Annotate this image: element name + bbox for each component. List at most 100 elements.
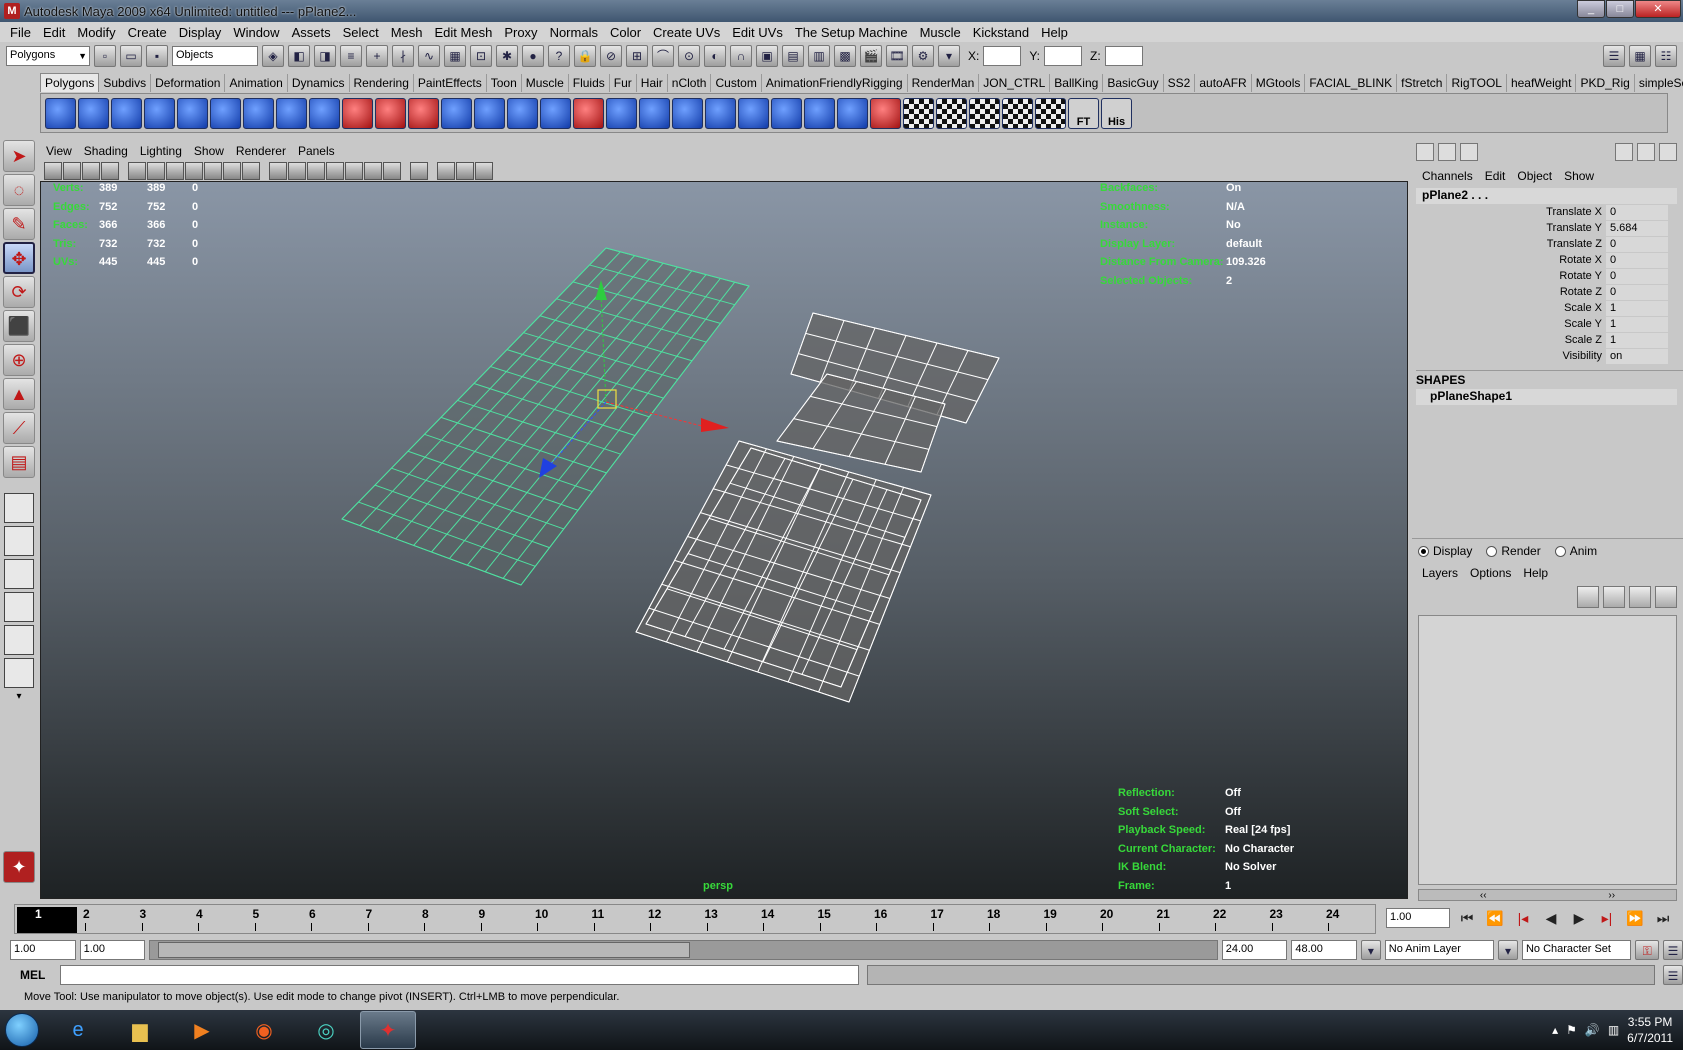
safe-action-icon[interactable] xyxy=(223,161,241,180)
close-button[interactable]: ✕ xyxy=(1635,0,1681,18)
poly-helix-icon[interactable] xyxy=(309,97,340,129)
menu-edit[interactable]: Edit xyxy=(37,25,71,40)
construction-history-icon[interactable]: ▥ xyxy=(808,45,830,67)
use-all-lights-icon[interactable] xyxy=(345,161,363,180)
select-surface-icon[interactable]: ▦ xyxy=(444,45,466,67)
select-object-icon[interactable]: ◧ xyxy=(288,45,310,67)
layers-menu[interactable]: Layers xyxy=(1416,566,1464,580)
playback-end-field[interactable]: 24.00 xyxy=(1221,940,1288,960)
safe-title-icon[interactable] xyxy=(242,161,260,180)
firefox-icon[interactable]: ◉ xyxy=(236,1011,292,1049)
universal-manipulator-icon[interactable]: ⊕ xyxy=(3,344,35,376)
channel-value[interactable]: 0 xyxy=(1606,236,1668,252)
menu-mesh[interactable]: Mesh xyxy=(385,25,429,40)
new-layer-icon[interactable] xyxy=(1629,586,1651,608)
insert-edge-loop-icon[interactable] xyxy=(705,97,736,129)
bridge-icon[interactable] xyxy=(606,97,637,129)
range-bar[interactable] xyxy=(149,940,1218,960)
combine-icon[interactable] xyxy=(342,97,373,129)
field-chart-icon[interactable] xyxy=(204,161,222,180)
current-frame-marker[interactable]: 1 xyxy=(17,907,77,933)
channel-row[interactable]: Rotate Z 0 xyxy=(1412,284,1683,300)
shelf-tab-dynamics[interactable]: Dynamics xyxy=(288,74,350,92)
offset-edge-loop-icon[interactable] xyxy=(738,97,769,129)
shelf-tab-rigtool[interactable]: RigTOOL xyxy=(1447,74,1507,92)
perspective-viewport[interactable]: Verts: 389 389 0 Edges: 752 752 0 Faces: 366 366 0 T… xyxy=(40,181,1408,899)
auto-key-icon[interactable]: ⚿ xyxy=(1635,940,1660,960)
sphere-shade-icon[interactable] xyxy=(1637,143,1655,161)
select-curve-icon[interactable]: ∿ xyxy=(418,45,440,67)
mesh-wireframe[interactable] xyxy=(635,312,1000,703)
extract-icon[interactable] xyxy=(408,97,439,129)
shelf-tab-subdivs[interactable]: Subdivs xyxy=(99,74,152,92)
camera-bookmark-icon[interactable] xyxy=(63,161,81,180)
shelf-tab-toon[interactable]: Toon xyxy=(487,74,522,92)
channels-menu[interactable]: Channels xyxy=(1416,169,1479,183)
single-pane-layout-icon[interactable] xyxy=(4,625,34,655)
panel-menu-lighting[interactable]: Lighting xyxy=(134,144,188,158)
step-forward-key-icon[interactable]: ▸| xyxy=(1596,908,1618,928)
layer-list[interactable] xyxy=(1418,615,1677,885)
persp-graph-layout-icon[interactable] xyxy=(4,592,34,622)
shelf-tab-hair[interactable]: Hair xyxy=(637,74,668,92)
shelf-tab-fluids[interactable]: Fluids xyxy=(569,74,610,92)
menu-help[interactable]: Help xyxy=(1035,25,1074,40)
poly-torus-icon[interactable] xyxy=(210,97,241,129)
snap-curve-icon[interactable]: ⌒ xyxy=(652,45,674,67)
menu-display[interactable]: Display xyxy=(173,25,228,40)
channel-row[interactable]: Translate X 0 xyxy=(1412,204,1683,220)
boolean-difference-icon[interactable] xyxy=(507,97,538,129)
menu-muscle[interactable]: Muscle xyxy=(914,25,967,40)
shelf-tab-animation[interactable]: Animation xyxy=(225,74,288,92)
volume-icon[interactable]: 🔊 xyxy=(1585,1023,1600,1037)
channel-row[interactable]: Scale Z 1 xyxy=(1412,332,1683,348)
output-ops-icon[interactable]: ▤ xyxy=(782,45,804,67)
z-field[interactable] xyxy=(1104,46,1143,66)
panel-menu-shading[interactable]: Shading xyxy=(78,144,134,158)
more-layouts-icon[interactable]: ▾ xyxy=(0,691,38,731)
shelf-tab-pkd-rig[interactable]: PKD_Rig xyxy=(1576,74,1635,92)
channel-value[interactable]: 0 xyxy=(1606,252,1668,268)
resolution-gate-icon[interactable] xyxy=(166,161,184,180)
shape-node[interactable]: pPlaneShape1 xyxy=(1416,389,1677,405)
two-pane-layout-icon[interactable] xyxy=(4,658,34,688)
shelf-tab-facial-blink[interactable]: FACIAL_BLINK xyxy=(1305,74,1398,92)
maya-icon[interactable]: M xyxy=(4,3,20,19)
anim-layer-field[interactable]: No Anim Layer xyxy=(1384,940,1495,960)
append-polygon-icon[interactable] xyxy=(639,97,670,129)
menu-file[interactable]: File xyxy=(4,25,37,40)
ft-shelf-button[interactable]: FT xyxy=(1068,97,1099,129)
channel-row[interactable]: Rotate Y 0 xyxy=(1412,268,1683,284)
save-scene-icon[interactable]: ▪ xyxy=(146,45,168,67)
lock-selection-icon[interactable]: 🔒 xyxy=(574,45,596,67)
menu-modify[interactable]: Modify xyxy=(71,25,121,40)
extrude-icon[interactable] xyxy=(540,97,571,129)
rotate-tool-icon[interactable]: ⟳ xyxy=(3,276,35,308)
select-handle-icon[interactable]: + xyxy=(366,45,388,67)
image-plane-icon[interactable] xyxy=(82,161,100,180)
shelf-tab-ballking[interactable]: BallKing xyxy=(1050,74,1104,92)
channel-value[interactable]: 1 xyxy=(1606,300,1668,316)
scale-tool-icon[interactable]: ⬛ xyxy=(3,310,35,342)
script-editor-icon[interactable]: ☰ xyxy=(1663,965,1683,985)
channel-row[interactable]: Translate Z 0 xyxy=(1412,236,1683,252)
channel-value[interactable]: 0 xyxy=(1606,204,1668,220)
textured-icon[interactable] xyxy=(326,161,344,180)
select-dynamics-icon[interactable]: ✱ xyxy=(496,45,518,67)
clock[interactable]: 3:55 PM 6/7/2011 xyxy=(1627,1014,1673,1046)
high-quality-icon[interactable] xyxy=(437,161,455,180)
smooth-icon[interactable] xyxy=(441,97,472,129)
split-polygon-icon[interactable] xyxy=(672,97,703,129)
select-misc-icon[interactable]: ? xyxy=(548,45,570,67)
start-button[interactable] xyxy=(0,1010,44,1050)
y-field[interactable] xyxy=(1044,46,1083,66)
menu-create[interactable]: Create xyxy=(122,25,173,40)
render-view-icon[interactable]: ▩ xyxy=(834,45,856,67)
poke-face-icon[interactable] xyxy=(804,97,835,129)
separate-icon[interactable] xyxy=(375,97,406,129)
boolean-union-icon[interactable] xyxy=(474,97,505,129)
layer-help-menu[interactable]: Help xyxy=(1517,566,1554,580)
show-manipulator-icon[interactable]: ⟋ xyxy=(3,412,35,444)
persp-outliner-layout-icon[interactable] xyxy=(4,559,34,589)
display-layer-radio[interactable]: Display xyxy=(1418,544,1472,558)
